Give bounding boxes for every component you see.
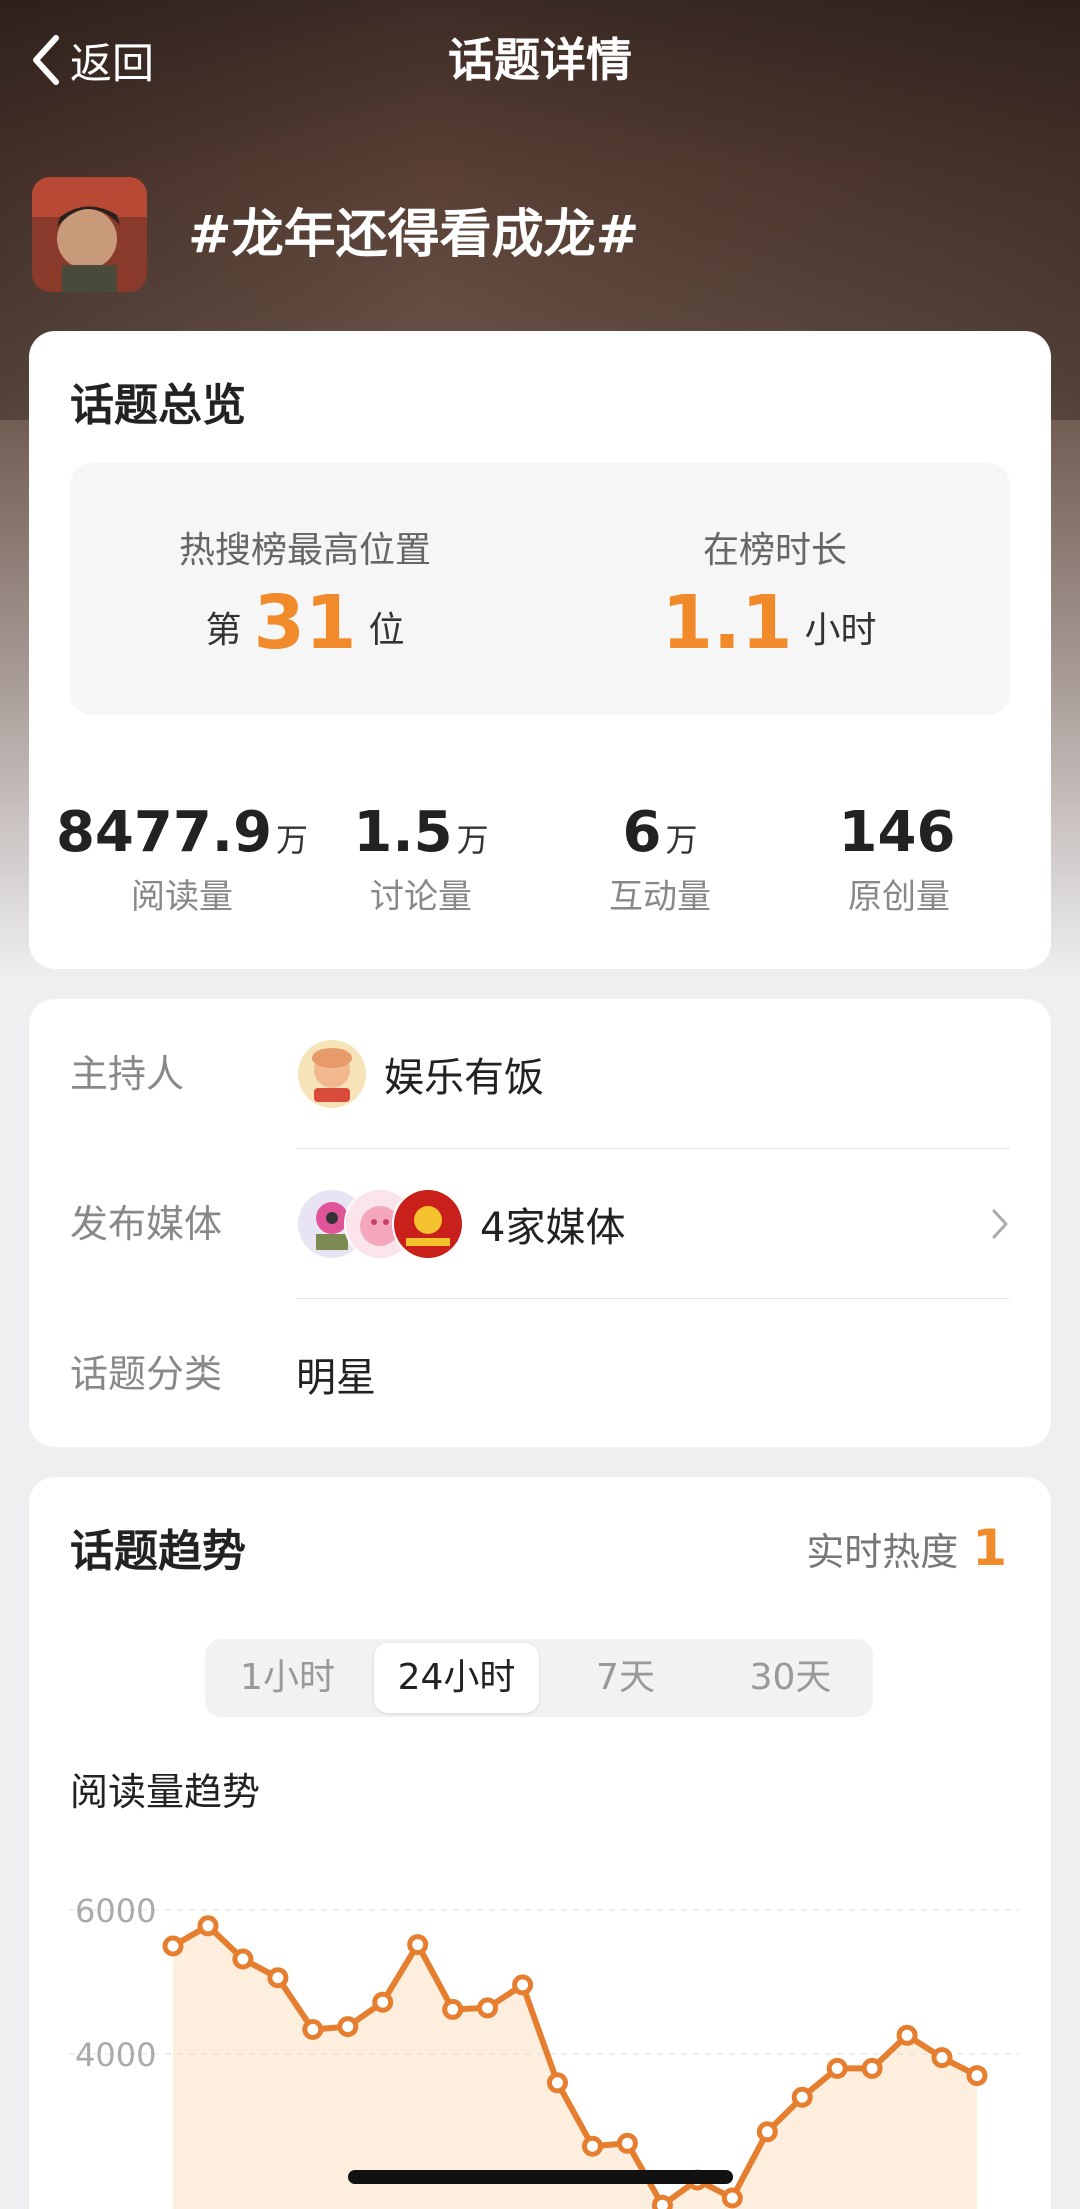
data-point[interactable]: [407, 1934, 429, 1956]
stat-label: 原创量: [848, 877, 950, 917]
topic-info-card: 主持人 娱乐有饭 发布媒体 4家媒体 话题分类 明星: [29, 999, 1051, 1447]
stat-reads: 8477.9 万 阅读量: [56, 801, 308, 918]
tab-1h[interactable]: 1小时: [205, 1639, 370, 1717]
data-point[interactable]: [756, 2121, 778, 2143]
overview-title: 话题总览: [70, 380, 246, 431]
peak-rank: 热搜榜最高位置 第 31 位: [70, 463, 540, 715]
data-point[interactable]: [372, 1991, 394, 2013]
y-tick-label: 6000: [75, 1892, 156, 1930]
data-point[interactable]: [861, 2057, 883, 2079]
host-name[interactable]: 娱乐有饭: [384, 1045, 544, 1103]
media-count: 4家媒体: [480, 1205, 626, 1251]
peak-rank-value: 31: [253, 580, 357, 666]
stats-row: 8477.9 万 阅读量 1.5 万 讨论量 6万 互动量 146 原创量: [29, 801, 1051, 918]
media-label: 发布媒体: [70, 1202, 223, 1246]
stat-interactions: 6万 互动量: [540, 801, 780, 918]
data-point[interactable]: [162, 1935, 184, 1957]
duration-unit: 小时: [804, 610, 877, 651]
stat-value: 146: [838, 800, 956, 865]
stat-value: 6: [622, 800, 662, 865]
topic-avatar: [32, 177, 147, 292]
tab-30d[interactable]: 30天: [708, 1639, 873, 1717]
data-point[interactable]: [547, 2072, 568, 2094]
tab-7d[interactable]: 7天: [543, 1639, 708, 1717]
stat-originals: 146 原创量: [779, 801, 1019, 918]
peak-rank-label: 热搜榜最高位置: [178, 530, 431, 571]
data-point[interactable]: [931, 2047, 953, 2069]
data-point[interactable]: [651, 2194, 673, 2209]
data-point[interactable]: [512, 1974, 534, 1996]
category-value: 明星: [296, 1355, 376, 1401]
stat-unit: 万: [456, 821, 489, 859]
data-point[interactable]: [267, 1967, 289, 1989]
peak-rank-prefix: 第: [205, 610, 242, 651]
stat-value: 1.5: [353, 800, 453, 865]
realtime-value: 1: [972, 1519, 1007, 1577]
host-avatar: [296, 1038, 368, 1110]
peak-rank-suffix: 位: [368, 610, 405, 651]
realtime-heat: 实时热度 1: [806, 1519, 1007, 1577]
data-point[interactable]: [232, 1948, 254, 1970]
on-board-duration: 在榜时长 1.1 小时: [540, 463, 1010, 715]
stat-label: 阅读量: [131, 877, 233, 917]
home-indicator: [348, 2170, 733, 2184]
duration-value: 1.1: [661, 580, 793, 666]
data-point[interactable]: [791, 2086, 813, 2108]
data-point[interactable]: [896, 2024, 918, 2046]
tab-24h[interactable]: 24小时: [374, 1643, 539, 1713]
overview-card: 话题总览 热搜榜最高位置 第 31 位 在榜时长 1.1 小时 8477.9 万 …: [29, 331, 1051, 969]
host-label: 主持人: [70, 1052, 185, 1096]
y-tick-label: 4000: [75, 2036, 156, 2074]
data-point[interactable]: [616, 2132, 638, 2154]
data-point[interactable]: [826, 2057, 848, 2079]
data-point[interactable]: [721, 2187, 743, 2209]
stat-unit: 万: [665, 821, 698, 859]
time-range-tabs: 1小时 24小时 7天 30天: [205, 1639, 873, 1717]
media-avatars: [296, 1188, 464, 1260]
stat-discussions: 1.5 万 讨论量: [301, 801, 541, 918]
stat-label: 讨论量: [370, 877, 472, 917]
media-avatar: [392, 1188, 464, 1260]
trend-title: 话题趋势: [70, 1526, 246, 1577]
host-row[interactable]: 主持人 娱乐有饭: [70, 999, 1010, 1149]
data-point[interactable]: [966, 2065, 988, 2087]
category-row: 话题分类 明星: [70, 1299, 1010, 1449]
topic-name: #龙年还得看成龙#: [188, 205, 640, 265]
stat-value: 8477.9: [55, 800, 273, 865]
read-trend-chart: 6000 4000: [69, 1892, 1019, 2209]
chevron-right-icon[interactable]: [990, 1149, 1010, 1299]
stat-label: 互动量: [609, 877, 711, 917]
media-row[interactable]: 发布媒体 4家媒体: [70, 1149, 1010, 1299]
chart-subtitle: 阅读量趋势: [70, 1770, 261, 1814]
realtime-label: 实时热度: [806, 1529, 959, 1574]
data-point[interactable]: [197, 1915, 219, 1937]
duration-label: 在榜时长: [702, 530, 847, 571]
trend-card: 话题趋势 实时热度 1 1小时 24小时 7天 30天 阅读量趋势 6000 40…: [29, 1477, 1051, 2209]
data-point[interactable]: [442, 1998, 464, 2020]
page-title: 话题详情: [448, 33, 632, 87]
hot-search-box: 热搜榜最高位置 第 31 位 在榜时长 1.1 小时: [70, 463, 1010, 715]
category-label: 话题分类: [70, 1352, 223, 1396]
data-point[interactable]: [337, 2016, 359, 2038]
data-point[interactable]: [582, 2135, 603, 2157]
data-point[interactable]: [302, 2019, 324, 2040]
data-point[interactable]: [477, 1997, 499, 2019]
